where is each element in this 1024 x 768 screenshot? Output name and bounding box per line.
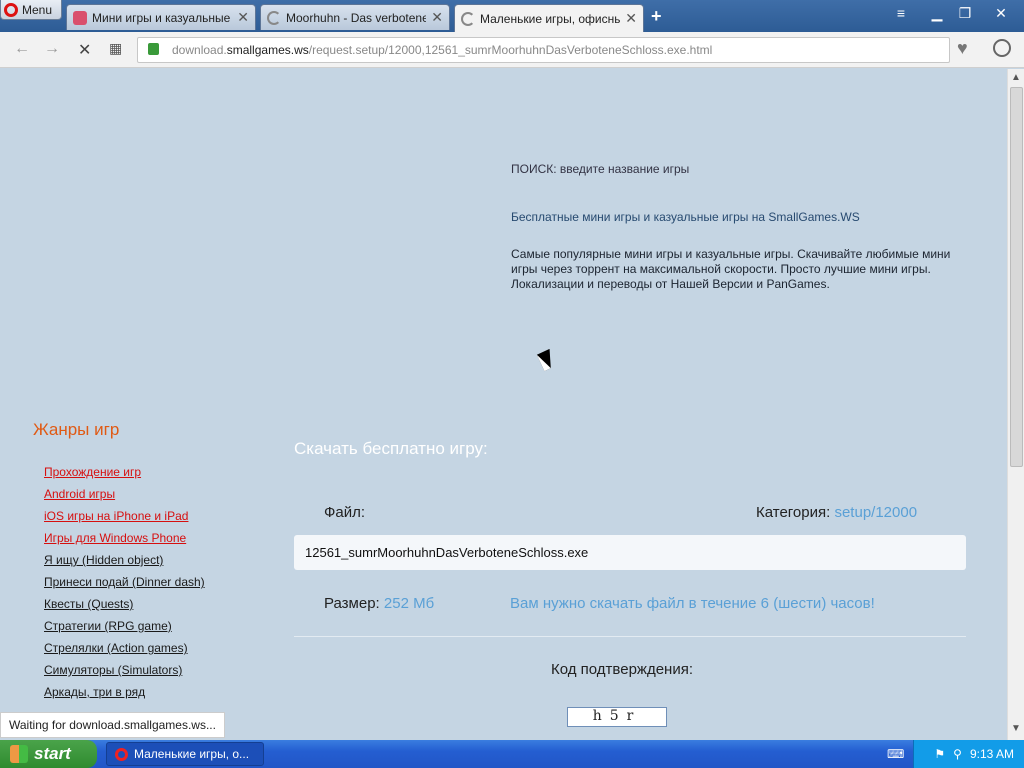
account-icon[interactable]	[993, 39, 1011, 57]
list-item: Квесты (Quests)	[44, 597, 205, 619]
close-icon[interactable]: ✕	[431, 9, 443, 26]
tab-label: Маленькие игры, офисные	[480, 11, 621, 26]
list-item: Android игры	[44, 487, 205, 509]
browser-tab-bar: Menu Мини игры и казуальные и ✕ Moorhuhn…	[0, 0, 1024, 32]
close-window-icon[interactable]: ✕	[988, 3, 1014, 23]
status-bar: Waiting for download.smallgames.ws...	[0, 712, 225, 738]
keyboard-icon[interactable]: ⌨	[887, 747, 904, 761]
url-path: /request.setup/12000,12561_sumrMoorhuhnD…	[308, 43, 713, 57]
browser-address-bar: ← → ✕ ▦ download.smallgames.ws/request.s…	[0, 32, 1024, 68]
category-row: Категория: setup/12000	[756, 504, 917, 521]
search-icon[interactable]: ⚲	[953, 747, 962, 761]
minimize-icon[interactable]: ▁	[924, 3, 950, 23]
scroll-down-icon[interactable]: ▼	[1011, 723, 1021, 734]
opera-logo-icon	[4, 2, 18, 17]
download-notice: Вам нужно скачать файл в течение 6 (шест…	[510, 595, 875, 612]
file-label: Файл:	[324, 504, 366, 521]
search-label[interactable]: ПОИСК: введите название игры	[511, 162, 689, 176]
genres-heading: Жанры игр	[33, 420, 120, 439]
restore-icon[interactable]: ❐	[952, 3, 978, 23]
network-icon[interactable]: ⚑	[934, 747, 945, 761]
opera-icon	[115, 747, 128, 761]
forward-icon[interactable]: →	[44, 40, 60, 58]
list-item: Аркады, три в ряд	[44, 685, 205, 707]
loading-icon	[461, 11, 475, 26]
new-tab-button[interactable]: +	[651, 6, 662, 27]
category-link[interactable]: setup/12000	[834, 504, 917, 521]
back-icon[interactable]: ←	[14, 40, 30, 58]
close-icon[interactable]: ✕	[625, 10, 637, 27]
windows-taskbar: start Маленькие игры, о... ⌨ ⚑ ⚲ 9:13 AM	[0, 740, 1024, 768]
lock-icon	[148, 43, 159, 55]
file-name-box: 12561_sumrMoorhuhnDasVerboteneSchloss.ex…	[294, 535, 966, 570]
mouse-cursor-icon	[536, 348, 558, 372]
genre-link-action[interactable]: Стрелялки (Action games)	[44, 641, 188, 655]
stop-loading-icon[interactable]: ✕	[78, 40, 91, 60]
start-button[interactable]: start	[0, 740, 97, 768]
genre-list: Прохождение игр Android игры iOS игры на…	[44, 465, 205, 707]
divider	[294, 636, 966, 637]
url-input[interactable]: download.smallgames.ws/request.setup/120…	[137, 37, 950, 63]
page-scrollbar[interactable]: ▲ ▼	[1007, 69, 1024, 740]
list-item: Прохождение игр	[44, 465, 205, 487]
captcha-image: h5r	[567, 707, 667, 727]
scroll-thumb[interactable]	[1010, 87, 1023, 467]
genre-link-quests[interactable]: Квесты (Quests)	[44, 597, 133, 611]
list-item: Принеси подай (Dinner dash)	[44, 575, 205, 597]
task-label: Маленькие игры, о...	[134, 747, 250, 761]
genre-link-android[interactable]: Android игры	[44, 487, 115, 501]
loading-icon	[267, 10, 281, 25]
speed-dial-icon[interactable]: ▦	[109, 40, 122, 57]
genre-link-dinner-dash[interactable]: Принеси подай (Dinner dash)	[44, 575, 205, 589]
menu-label: Menu	[22, 2, 53, 17]
tab-label: Moorhuhn - Das verbotene S	[286, 10, 427, 25]
list-item: iOS игры на iPhone и iPad	[44, 509, 205, 531]
list-item: Я ищу (Hidden object)	[44, 553, 205, 575]
system-tray: ⚑ ⚲ 9:13 AM	[913, 740, 1024, 768]
tab-menu-icon[interactable]: ≡	[888, 3, 914, 23]
tab-moorhuhn[interactable]: Moorhuhn - Das verbotene S ✕	[260, 4, 450, 30]
genre-link-windows-phone[interactable]: Игры для Windows Phone	[44, 531, 186, 545]
windows-logo-icon	[10, 745, 28, 763]
web-page: ПОИСК: введите название игры Бесплатные …	[0, 69, 1007, 740]
url-prefix: download.	[172, 43, 227, 57]
list-item: Стратегии (RPG game)	[44, 619, 205, 641]
genre-link-simulators[interactable]: Симуляторы (Simulators)	[44, 663, 182, 677]
size-value: 252 Мб	[383, 595, 435, 612]
tab-label: Мини игры и казуальные и	[92, 10, 233, 25]
category-label: Категория:	[756, 504, 831, 521]
genre-link-arcade[interactable]: Аркады, три в ряд	[44, 685, 145, 699]
list-item: Стрелялки (Action games)	[44, 641, 205, 663]
url-host: smallgames.ws	[226, 43, 309, 57]
tab-mini-games[interactable]: Мини игры и казуальные и ✕	[66, 4, 256, 30]
tab-small-games-active[interactable]: Маленькие игры, офисные ✕	[454, 4, 644, 32]
download-heading: Скачать бесплатно игру:	[294, 439, 488, 458]
list-item: Симуляторы (Simulators)	[44, 663, 205, 685]
genre-link-ios[interactable]: iOS игры на iPhone и iPad	[44, 509, 188, 523]
taskbar-item-opera[interactable]: Маленькие игры, о...	[106, 742, 264, 766]
bookmark-heart-icon[interactable]: ♥	[957, 38, 968, 59]
list-item: Игры для Windows Phone	[44, 531, 205, 553]
genre-link-walkthroughs[interactable]: Прохождение игр	[44, 465, 141, 479]
size-row: Размер: 252 Мб	[324, 595, 434, 612]
genre-link-hidden-object[interactable]: Я ищу (Hidden object)	[44, 553, 163, 567]
opera-menu-button[interactable]: Menu	[0, 0, 62, 20]
captcha-label: Код подтверждения:	[551, 661, 693, 678]
genre-link-strategy[interactable]: Стратегии (RPG game)	[44, 619, 172, 633]
clock: 9:13 AM	[969, 747, 1014, 761]
site-description: Самые популярные мини игры и казуальные …	[511, 247, 951, 291]
start-label: start	[34, 744, 71, 763]
site-title: Бесплатные мини игры и казуальные игры н…	[511, 210, 860, 224]
game-favicon-icon	[73, 10, 87, 25]
size-label: Размер:	[324, 595, 380, 612]
close-icon[interactable]: ✕	[237, 9, 249, 26]
scroll-up-icon[interactable]: ▲	[1011, 72, 1021, 83]
